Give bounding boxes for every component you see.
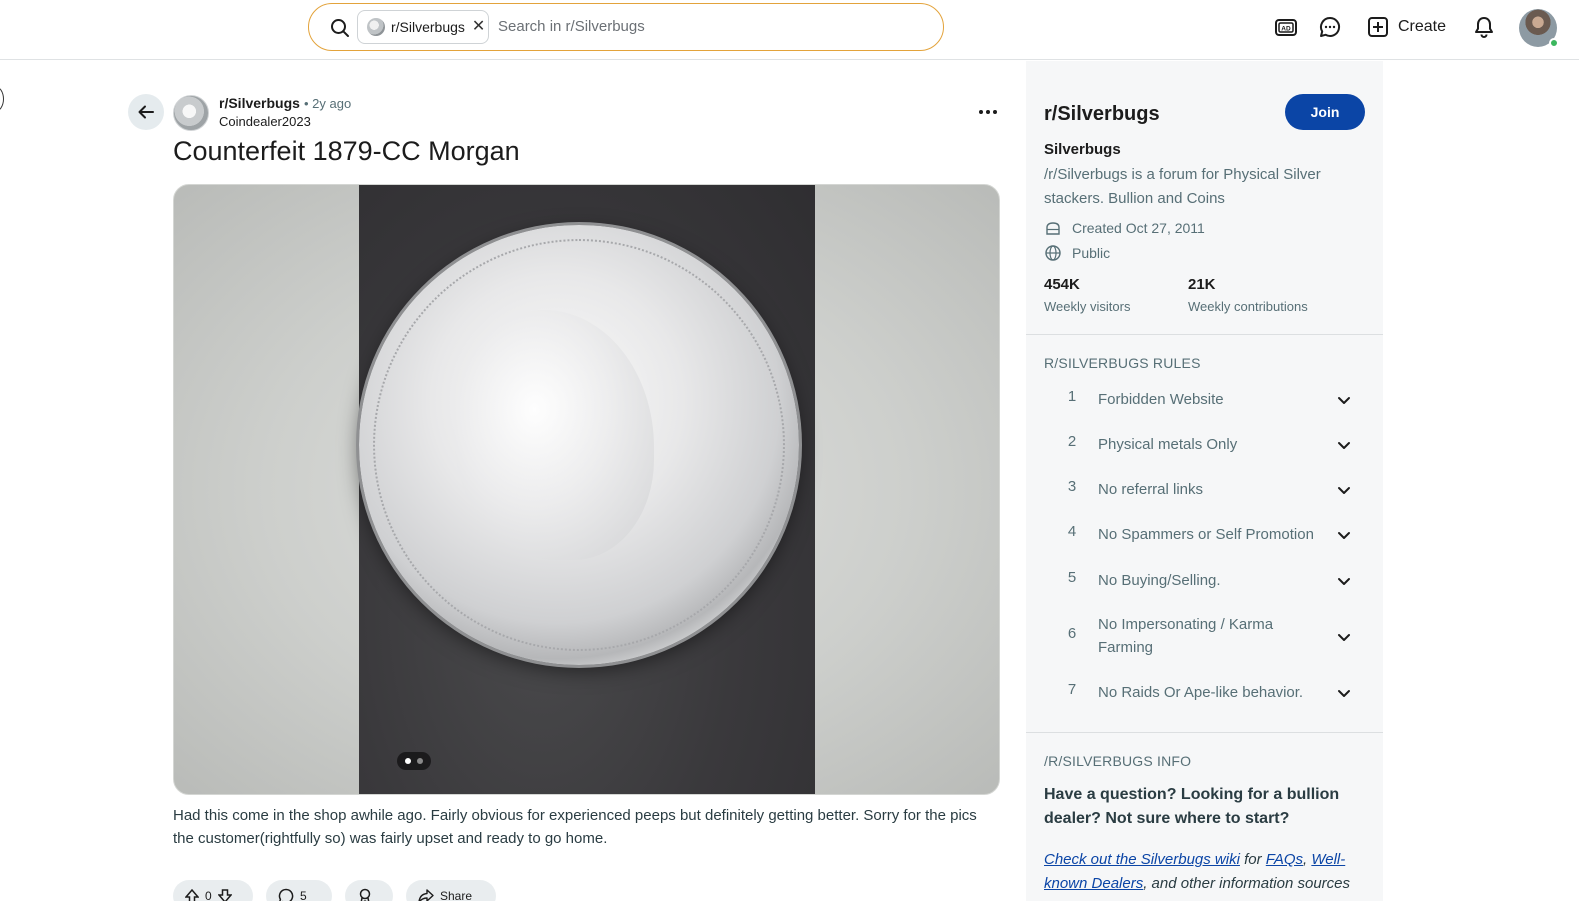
subreddit-link[interactable]: r/Silverbugs: [219, 95, 300, 111]
dot-icon: [979, 110, 983, 114]
svg-text:AD: AD: [1281, 26, 1291, 33]
info-text: for: [1239, 851, 1266, 868]
upvote-icon[interactable]: [185, 889, 199, 901]
divider: [1026, 732, 1383, 733]
post-time: • 2y ago: [304, 96, 352, 111]
search-icon: [331, 19, 349, 37]
search-input[interactable]: Search in r/Silverbugs: [498, 18, 645, 35]
create-button[interactable]: Create: [1368, 14, 1446, 40]
rule-number: 2: [1067, 433, 1077, 450]
weekly-visitors-value: 454K: [1044, 276, 1080, 293]
arrow-left-icon: [138, 105, 154, 119]
close-icon[interactable]: ✕: [472, 19, 485, 35]
rule-text: No Impersonating / Karma Farming: [1098, 616, 1274, 656]
coin-photo: [359, 185, 815, 794]
weekly-visitors-label: Weekly visitors: [1044, 299, 1131, 314]
back-button[interactable]: [128, 94, 164, 130]
rule-number: 6: [1067, 625, 1077, 642]
rule-number: 3: [1067, 478, 1077, 495]
chevron-down-icon[interactable]: [1336, 629, 1352, 645]
info-question: Have a question? Looking for a bullion d…: [1044, 786, 1340, 827]
post-image-gallery[interactable]: [173, 184, 1000, 795]
rule-number: 4: [1067, 523, 1077, 540]
weekly-contributions-label: Weekly contributions: [1188, 299, 1308, 314]
share-button[interactable]: Share: [406, 880, 496, 901]
notification-bell-icon[interactable]: [1471, 14, 1497, 40]
subreddit-chip-avatar: [367, 18, 385, 36]
rule-number: 5: [1067, 569, 1077, 586]
wiki-link[interactable]: Check out the Silverbugs wiki: [1044, 851, 1240, 868]
dot-icon: [986, 110, 990, 114]
rules-header: R/SILVERBUGS RULES: [1044, 355, 1201, 371]
rule-text: No referral links: [1098, 481, 1204, 498]
search-bar[interactable]: r/Silverbugs ✕ Search in r/Silverbugs: [308, 3, 944, 51]
share-label: Share: [440, 889, 473, 901]
community-name: r/Silverbugs: [1044, 103, 1160, 125]
divider: [1026, 334, 1383, 335]
award-button[interactable]: [345, 880, 393, 901]
chevron-down-icon[interactable]: [1336, 527, 1352, 543]
rule-text: Forbidden Website: [1098, 391, 1224, 408]
post-title: Counterfeit 1879-CC Morgan: [173, 136, 520, 166]
post-body: Had this come in the shop awhile ago. Fa…: [173, 807, 977, 847]
comment-count: 5: [300, 889, 307, 901]
community-description: /r/Silverbugs is a forum for Physical Si…: [1044, 166, 1321, 207]
search-scope-label: r/Silverbugs: [391, 19, 465, 35]
rule-text: No Spammers or Self Promotion: [1098, 526, 1314, 543]
rule-number: 1: [1067, 388, 1077, 405]
info-links-paragraph: Check out the Silverbugs wiki for FAQs , …: [1044, 848, 1374, 896]
info-text: , and other information sources: [1143, 875, 1350, 892]
rule-text: No Raids Or Ape-like behavior.: [1098, 684, 1304, 701]
visibility-label: Public: [1072, 245, 1111, 261]
vote-count: 0: [205, 889, 212, 901]
user-avatar[interactable]: [1519, 9, 1559, 48]
join-button[interactable]: Join: [1285, 94, 1365, 130]
faqs-link[interactable]: FAQs: [1266, 851, 1303, 868]
weekly-contributions-value: 21K: [1188, 276, 1216, 293]
created-date-row: Created Oct 27, 2011: [1044, 219, 1205, 237]
gallery-dot: [417, 758, 423, 764]
chevron-down-icon[interactable]: [1336, 392, 1352, 408]
comments-button[interactable]: 5: [266, 880, 332, 901]
search-scope-chip[interactable]: r/Silverbugs ✕: [357, 10, 489, 44]
community-sidebar: r/Silverbugs Join Silverbugs /r/Silverbu…: [1026, 61, 1383, 901]
dot-icon: [993, 110, 997, 114]
rule-text: No Buying/Selling.: [1098, 572, 1221, 589]
more-options-button[interactable]: [976, 102, 1000, 122]
plus-icon: [1368, 17, 1388, 37]
partial-edge-icon: [0, 86, 4, 112]
globe-icon: [1045, 245, 1061, 261]
comment-icon: [278, 888, 294, 901]
post-author[interactable]: Coindealer2023: [219, 114, 311, 129]
downvote-icon[interactable]: [217, 889, 232, 901]
rule-number: 7: [1067, 681, 1077, 698]
chevron-down-icon[interactable]: [1336, 685, 1352, 701]
gallery-dot-active: [405, 758, 411, 764]
community-title: Silverbugs: [1044, 141, 1121, 158]
subreddit-avatar[interactable]: [173, 95, 209, 131]
chevron-down-icon[interactable]: [1336, 482, 1352, 498]
rule-text: Physical metals Only: [1098, 436, 1238, 453]
created-date: Created Oct 27, 2011: [1072, 220, 1205, 236]
create-label: Create: [1398, 18, 1447, 35]
chevron-down-icon[interactable]: [1336, 437, 1352, 453]
online-status-dot: [1549, 38, 1559, 48]
chevron-down-icon[interactable]: [1336, 573, 1352, 589]
morgan-dollar-coin-image: [359, 225, 799, 665]
visibility-row: Public: [1044, 244, 1110, 262]
share-icon: [418, 889, 434, 901]
cake-icon: [1046, 222, 1060, 235]
award-icon: [359, 888, 371, 901]
chat-icon[interactable]: [1317, 14, 1343, 40]
gallery-pagination-dots: [397, 752, 431, 770]
advertise-icon[interactable]: AD: [1273, 14, 1299, 40]
info-header: /R/SILVERBUGS INFO: [1044, 753, 1192, 769]
vote-button-group[interactable]: 0: [173, 880, 253, 901]
top-header: r/Silverbugs ✕ Search in r/Silverbugs AD…: [0, 0, 1579, 60]
